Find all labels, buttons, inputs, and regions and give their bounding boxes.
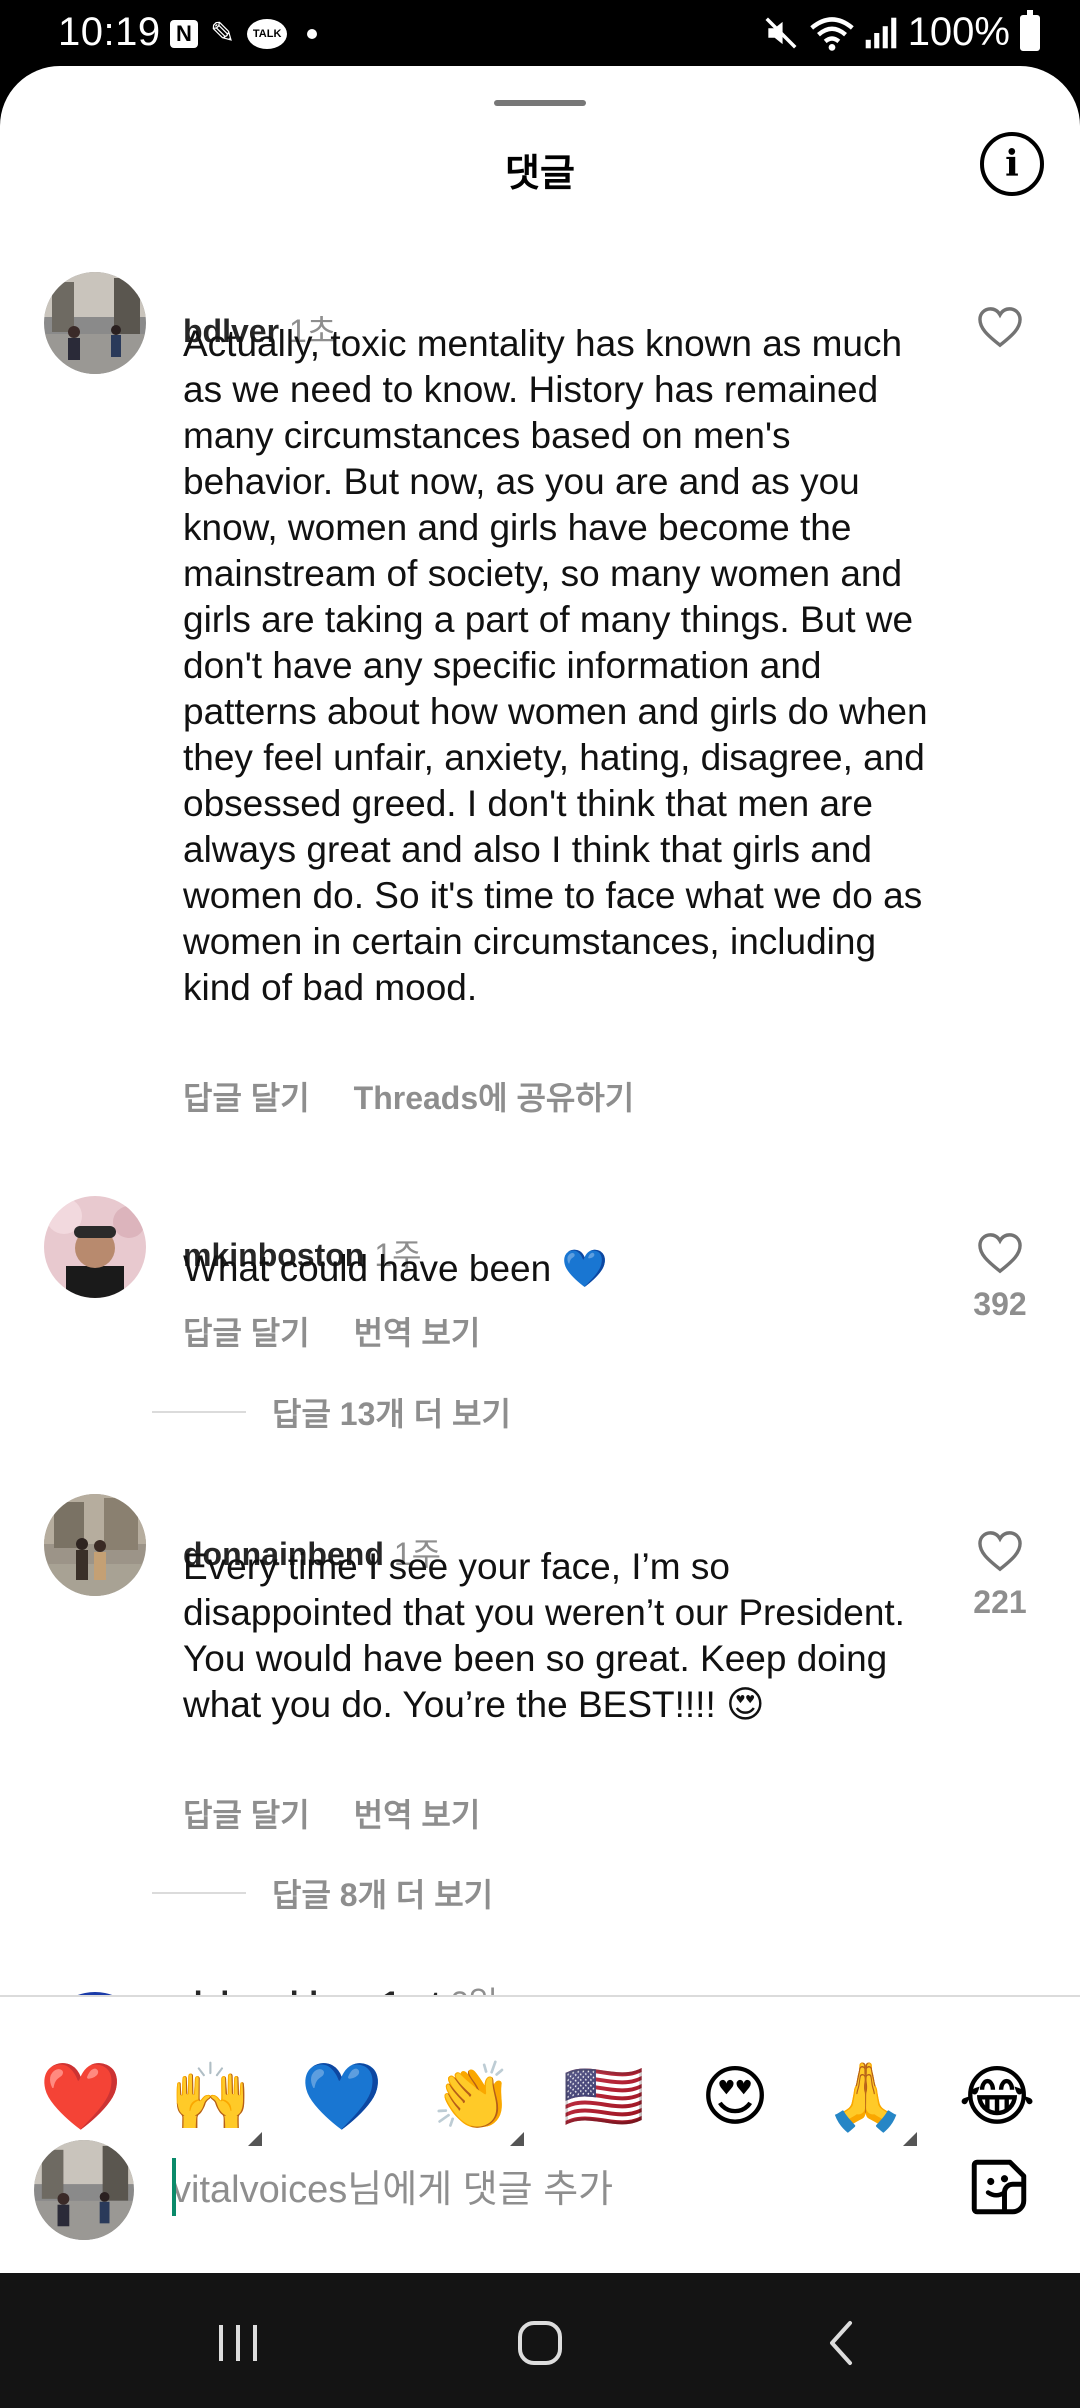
comment-input[interactable] [172, 2160, 932, 2220]
translate-button[interactable]: 번역 보기 [354, 1797, 481, 1833]
emoji-clapping[interactable]: 👏 [428, 2052, 524, 2146]
like-count: 392 [973, 1286, 1027, 1322]
divider [0, 1995, 1080, 1997]
share-to-threads-button[interactable]: Threads에 공유하기 [354, 1080, 635, 1116]
view-more-replies-label: 답글 8개 더 보기 [272, 1877, 494, 1913]
comment-text: Actually, toxic mentality has known as m… [183, 323, 928, 1008]
heart-icon [978, 307, 1022, 348]
reply-button[interactable]: 답글 달기 [183, 1080, 310, 1116]
avatar[interactable] [44, 1196, 146, 1298]
sheet-drag-handle[interactable] [494, 100, 586, 106]
emoji-red-heart[interactable]: ❤️ [36, 2052, 126, 2142]
comment-actions: 답글 달기 번역 보기 [183, 1790, 524, 1836]
comment-text: Every time I see your face, I’m so disap… [183, 1546, 905, 1725]
emoji-us-flag[interactable]: 🇺🇸 [559, 2052, 649, 2142]
view-more-replies[interactable]: 답글 8개 더 보기 [152, 1870, 493, 1916]
reply-button[interactable]: 답글 달기 [183, 1315, 310, 1351]
avatar[interactable] [44, 272, 146, 374]
divider [152, 1892, 246, 1894]
emoji-quick-bar: ❤️ 🙌 💙 👏 🇺🇸 😍 🙏 😂 [0, 2052, 1080, 2152]
comment-username[interactable]: deborahbaca1art [183, 1985, 441, 1995]
naver-n-icon: N [170, 20, 198, 48]
like-button[interactable]: 221 [960, 1530, 1040, 1621]
system-icons: 100% [762, 9, 1040, 55]
like-button[interactable]: 392 [960, 1232, 1040, 1323]
emoji-raising-hands[interactable]: 🙌 [166, 2052, 262, 2146]
pen-app-icon: ✎ [210, 17, 236, 50]
text-caret [172, 2158, 176, 2216]
emoji-label: 🙏 [824, 2058, 908, 2135]
system-nav-bar [0, 2273, 1080, 2408]
view-more-replies-label: 답글 13개 더 보기 [272, 1396, 511, 1432]
like-button[interactable] [960, 306, 1040, 348]
status-bar: 10:19 N ✎ TALK 100% [0, 0, 1080, 66]
info-icon[interactable]: i [980, 132, 1044, 196]
emoji-blue-heart[interactable]: 💙 [297, 2052, 387, 2142]
kakaotalk-icon: TALK [247, 19, 288, 49]
heart-icon [978, 1233, 1022, 1274]
translate-button[interactable]: 번역 보기 [354, 1315, 481, 1351]
emoji-label: 🙌 [169, 2058, 253, 2135]
my-avatar [34, 2140, 134, 2240]
comment-header: deborahbaca1art 3일 [183, 1978, 498, 1995]
like-count: 221 [973, 1584, 1027, 1620]
divider [152, 1411, 246, 1413]
sticker-icon[interactable] [966, 2154, 1032, 2220]
status-time: 10:19 [58, 10, 161, 54]
notification-dot [307, 29, 318, 39]
emoji-folded-hands[interactable]: 🙏 [821, 2052, 917, 2146]
comments-sheet: 댓글 i bdlver 1초 Actually, toxic mentality … [0, 66, 1080, 2273]
comment-text: What could have been 💙 [183, 1248, 608, 1289]
home-icon[interactable] [500, 2313, 580, 2373]
wifi-icon [809, 16, 854, 51]
battery-icon [1020, 9, 1040, 51]
avatar[interactable] [44, 1494, 146, 1596]
comment-item: deborahbaca1art 3일 [0, 1966, 1080, 1995]
signal-icon [865, 17, 896, 48]
emoji-heart-eyes[interactable]: 😍 [690, 2052, 780, 2142]
recent-apps-icon[interactable] [198, 2313, 278, 2373]
sheet-title: 댓글 [505, 153, 575, 195]
view-more-replies[interactable]: 답글 13개 더 보기 [152, 1389, 511, 1435]
comment-actions: 답글 달기 번역 보기 [183, 1308, 524, 1354]
notification-icons: N ✎ TALK [170, 16, 318, 52]
heart-icon [978, 1531, 1022, 1572]
back-icon[interactable] [802, 2313, 882, 2373]
comment-composer [0, 2140, 1080, 2260]
mute-icon [765, 17, 797, 48]
emoji-tears-of-joy[interactable]: 😂 [952, 2052, 1042, 2142]
emoji-label: 👏 [431, 2058, 515, 2135]
reply-button[interactable]: 답글 달기 [183, 1797, 310, 1833]
comment-time: 3일 [451, 1985, 498, 1995]
battery-percent: 100% [907, 10, 1010, 54]
comment-actions: 답글 달기 Threads에 공유하기 [183, 1073, 678, 1119]
